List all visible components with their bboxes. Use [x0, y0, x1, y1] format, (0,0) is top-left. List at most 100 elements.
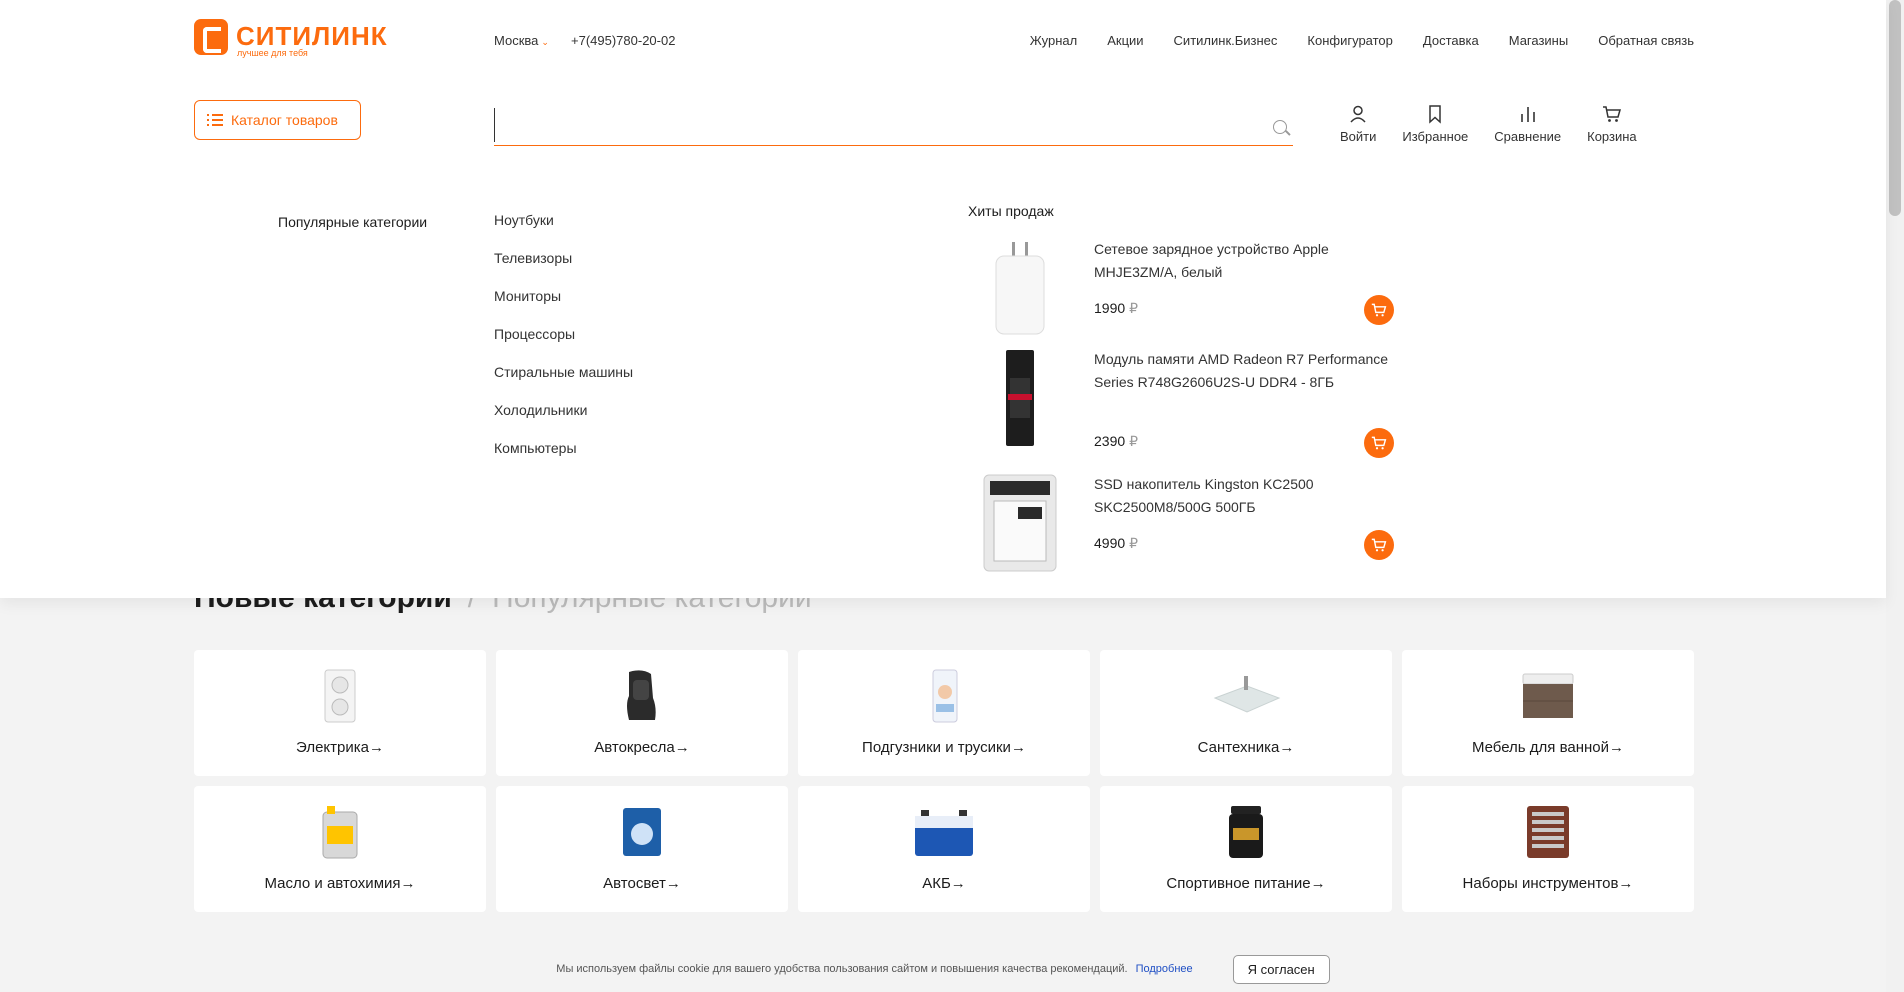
add-to-cart-button[interactable] [1364, 530, 1394, 560]
socket-image [324, 669, 356, 723]
popular-item-monitors[interactable]: Мониторы [494, 288, 633, 326]
category-label: Наборы инструментов→ [1462, 875, 1634, 892]
nav-journal[interactable]: Журнал [1030, 33, 1077, 48]
category-label: Автосвет→ [603, 875, 681, 892]
cookie-agree-button[interactable]: Я согласен [1232, 954, 1330, 984]
add-to-cart-icon [1371, 303, 1387, 317]
logo[interactable]: СИТИЛИНК лучшее для тебя [194, 18, 404, 60]
tool-case-image [1527, 806, 1569, 858]
protein-jar-image [1229, 806, 1263, 858]
favorites-button[interactable]: Избранное [1402, 104, 1468, 144]
bestseller-price: 4990 ₽ [1094, 535, 1139, 551]
bestseller-item[interactable]: SSD накопитель Kingston KC2500 SKC2500M8… [980, 473, 1400, 573]
category-label: Подгузники и трусики→ [862, 739, 1026, 756]
top-nav: Журнал Акции Ситилинк.Бизнес Конфигурато… [1030, 33, 1694, 48]
popular-categories-title: Популярные категории [278, 214, 428, 230]
category-label: Электрика→ [296, 739, 384, 756]
logo-tagline: лучшее для тебя [237, 48, 308, 58]
vanity-image [1522, 673, 1574, 718]
header-overlay: СИТИЛИНК лучшее для тебя Москва ⌄ +7(495)… [0, 0, 1886, 598]
login-button[interactable]: Войти [1340, 104, 1376, 144]
nav-business[interactable]: Ситилинк.Бизнес [1174, 33, 1278, 48]
nav-feedback[interactable]: Обратная связь [1598, 33, 1694, 48]
category-label: Сантехника→ [1197, 739, 1295, 756]
page-scrollbar[interactable] [1886, 0, 1904, 992]
category-card-diapers[interactable]: Подгузники и трусики→ [798, 650, 1090, 776]
sink-image [1213, 676, 1281, 713]
diapers-image [932, 669, 958, 723]
cart-button[interactable]: Корзина [1587, 104, 1637, 144]
category-card-sports-nutrition[interactable]: Спортивное питание→ [1100, 786, 1392, 912]
catalog-button-label: Каталог товаров [231, 112, 338, 128]
bestseller-name: Модуль памяти AMD Radeon R7 Performance … [1094, 351, 1389, 390]
user-icon [1350, 105, 1366, 123]
page: Новые категории/Популярные категории Эле… [0, 0, 1904, 992]
category-label: АКБ→ [922, 875, 966, 892]
add-to-cart-button[interactable] [1364, 295, 1394, 325]
popular-categories-list: Ноутбуки Телевизоры Мониторы Процессоры … [494, 212, 633, 478]
bestsellers-title: Хиты продаж [968, 203, 1054, 219]
category-label: Мебель для ванной→ [1471, 739, 1625, 756]
category-grid: Электрика→ Автокресла→ Подгузники и трус… [194, 650, 1695, 912]
compare-chart-icon [1520, 107, 1535, 122]
popular-item-fridges[interactable]: Холодильники [494, 402, 633, 440]
bestseller-item[interactable]: Сетевое зарядное устройство Apple MHJE3Z… [980, 238, 1400, 338]
category-card-plumbing[interactable]: Сантехника→ [1100, 650, 1392, 776]
category-card-bath-furniture[interactable]: Мебель для ванной→ [1402, 650, 1694, 776]
favorites-label: Избранное [1402, 129, 1469, 144]
bestseller-item[interactable]: Модуль памяти AMD Radeon R7 Performance … [980, 348, 1400, 458]
login-label: Войти [1340, 129, 1377, 144]
cart-label: Корзина [1587, 129, 1637, 144]
city-selector[interactable]: Москва ⌄ [494, 33, 549, 48]
popular-item-cpus[interactable]: Процессоры [494, 326, 633, 364]
category-card-car-seats[interactable]: Автокресла→ [496, 650, 788, 776]
nav-promos[interactable]: Акции [1107, 33, 1143, 48]
compare-button[interactable]: Сравнение [1494, 104, 1561, 144]
add-to-cart-button[interactable] [1364, 428, 1394, 458]
search-input[interactable] [494, 108, 1254, 142]
car-seat-image [627, 670, 656, 720]
cart-icon [1602, 106, 1621, 122]
category-card-electric[interactable]: Электрика→ [194, 650, 486, 776]
nav-delivery[interactable]: Доставка [1423, 33, 1479, 48]
category-label: Масло и автохимия→ [264, 875, 416, 892]
menu-list-icon [207, 114, 223, 126]
nav-configurator[interactable]: Конфигуратор [1307, 33, 1392, 48]
nav-stores[interactable]: Магазины [1509, 33, 1569, 48]
search-bar [494, 108, 1293, 146]
catalog-button[interactable]: Каталог товаров [194, 100, 361, 140]
cookie-banner: Мы используем файлы cookie для вашего уд… [0, 946, 1886, 992]
popular-item-laptops[interactable]: Ноутбуки [494, 212, 633, 250]
bestseller-price: 1990 ₽ [1094, 300, 1139, 316]
bestseller-name: Сетевое зарядное устройство Apple MHJE3Z… [1094, 241, 1329, 280]
popular-item-computers[interactable]: Компьютеры [494, 440, 633, 478]
cookie-text: Мы используем файлы cookie для вашего уд… [556, 963, 1128, 975]
header-actions: Войти Избранное Сравнение Корзина [1340, 104, 1637, 144]
search-icon[interactable] [1273, 120, 1287, 134]
cookie-more-link[interactable]: Подробнее [1136, 963, 1193, 975]
phone-number[interactable]: +7(495)780-20-02 [571, 33, 675, 48]
bestseller-price: 2390 ₽ [1094, 433, 1139, 449]
scrollbar-thumb[interactable] [1889, 0, 1901, 216]
topbar: СИТИЛИНК лучшее для тебя Москва ⌄ +7(495)… [194, 18, 1694, 58]
category-card-oil[interactable]: Масло и автохимия→ [194, 786, 486, 912]
ram-module-image [1006, 350, 1034, 446]
category-card-battery[interactable]: АКБ→ [798, 786, 1090, 912]
category-label: Спортивное питание→ [1166, 875, 1326, 892]
chevron-down-icon: ⌄ [541, 37, 549, 47]
bestseller-name: SSD накопитель Kingston KC2500 SKC2500M8… [1094, 476, 1314, 515]
add-to-cart-icon [1371, 436, 1387, 450]
car-bulb-box-image [623, 808, 661, 856]
category-card-tool-sets[interactable]: Наборы инструментов→ [1402, 786, 1694, 912]
popular-item-washers[interactable]: Стиральные машины [494, 364, 633, 402]
popular-item-tvs[interactable]: Телевизоры [494, 250, 633, 288]
compare-label: Сравнение [1494, 129, 1562, 144]
logo-icon [194, 19, 228, 55]
oil-can-image [322, 806, 358, 859]
car-battery-image [915, 810, 973, 856]
city-label: Москва [494, 33, 539, 48]
category-label: Автокресла→ [594, 739, 690, 756]
ssd-image [983, 474, 1057, 572]
bookmark-icon [1429, 105, 1442, 124]
category-card-car-lights[interactable]: Автосвет→ [496, 786, 788, 912]
